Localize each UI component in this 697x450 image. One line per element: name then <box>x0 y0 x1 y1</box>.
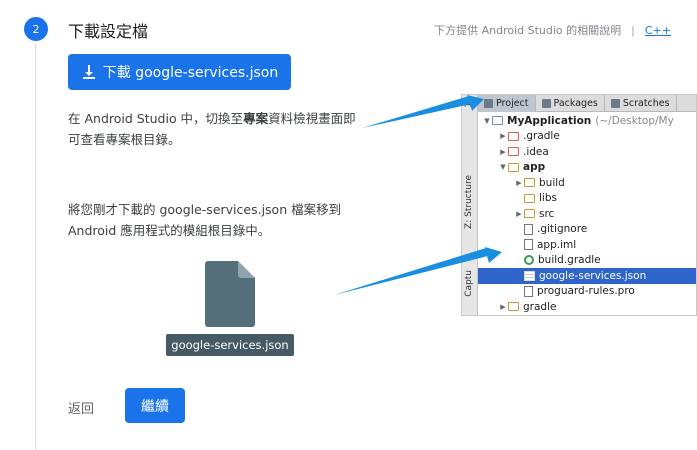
tree-row: build.gradle <box>478 253 696 269</box>
scratches-icon <box>610 99 620 108</box>
side-label-captures: Captu <box>464 270 474 297</box>
side-label-project: 1: <box>464 99 474 108</box>
project-tabs: Project Packages Scratches <box>478 95 696 112</box>
step-number-badge: 2 <box>24 17 48 41</box>
folder-blue-icon <box>492 116 503 126</box>
tree-row-label: app.iml <box>537 238 577 251</box>
tree-row-label: .gitignore <box>537 223 588 236</box>
doc-icon <box>524 239 533 251</box>
folder-icon <box>508 302 519 312</box>
doc-icon <box>524 285 533 297</box>
download-button-label: 下載 google-services.json <box>102 65 279 81</box>
continue-button[interactable]: 繼續 <box>125 388 185 423</box>
tab-packages: Packages <box>536 95 605 112</box>
tree-row-label: app <box>523 161 546 174</box>
folder-icon <box>524 209 535 219</box>
tree-row-path: (~/Desktop/My <box>595 114 674 127</box>
tree-row: proguard-rules.pro <box>478 284 696 300</box>
side-label-structure: Z: Structure <box>464 175 474 229</box>
json-icon <box>524 270 535 281</box>
folder-icon <box>524 193 535 203</box>
project-tree: ▼ MyApplication (~/Desktop/My ▶ .gradle ▶ .ide… <box>478 113 696 315</box>
tree-row: libs <box>478 191 696 207</box>
chevron-right-icon: ▶ <box>500 132 506 141</box>
tree-row: ▶ .idea <box>478 144 696 160</box>
tool-window-strip: 1: Z: Structure Captu <box>462 95 478 315</box>
tree-row: app.iml <box>478 237 696 253</box>
tree-row: ▶ gradle <box>478 299 696 315</box>
tab-scratches: Scratches <box>605 95 677 112</box>
tree-row-label: src <box>539 207 555 220</box>
chevron-right-icon: ▶ <box>516 209 522 218</box>
tree-row: ▶ build <box>478 175 696 191</box>
tree-row-label: gradle <box>523 300 557 313</box>
file-name-label: google-services.json <box>166 334 294 356</box>
tree-row-label: MyApplication <box>507 114 592 127</box>
help-separator: | <box>631 23 635 37</box>
project-icon <box>484 99 493 108</box>
chevron-right-icon: ▶ <box>500 147 506 156</box>
tree-row-label: build.gradle <box>538 254 601 267</box>
project-bold-term: 專案 <box>243 111 269 126</box>
tree-row-label: build <box>539 176 565 189</box>
tree-row: ▼ MyApplication (~/Desktop/My <box>478 113 696 129</box>
download-icon <box>82 65 95 79</box>
step-title: 下載設定檔 <box>68 22 149 41</box>
android-studio-screenshot: 1: Z: Structure Captu Project Packages S… <box>461 94 697 316</box>
instruction-move-file: 將您剛才下載的 google-services.json 檔案移到 Androi… <box>68 202 342 238</box>
chevron-down-icon: ▼ <box>500 163 506 172</box>
cpp-help-link[interactable]: C++ <box>645 24 671 37</box>
folder-red-icon <box>508 147 519 157</box>
help-text: 下方提供 Android Studio 的相關說明 <box>434 24 622 37</box>
tree-row-label: libs <box>539 192 557 205</box>
tree-row: .gitignore <box>478 222 696 238</box>
file-icon <box>205 261 255 327</box>
packages-icon <box>541 99 551 108</box>
step-connector-line <box>35 44 36 450</box>
folder-icon <box>524 178 535 188</box>
tree-row: ▶ .gradle <box>478 129 696 145</box>
arrow-to-project-tab-shaft <box>362 96 471 128</box>
tree-row: ▶ src <box>478 206 696 222</box>
doc-icon <box>524 223 533 235</box>
tree-row: ▼ app <box>478 160 696 176</box>
help-links: 下方提供 Android Studio 的相關說明 | C++ <box>434 22 671 38</box>
tree-row: google-services.json <box>478 268 696 284</box>
tree-row-label: proguard-rules.pro <box>537 285 635 298</box>
tree-row-label: .idea <box>523 145 549 158</box>
tree-row-label: .gradle <box>523 130 560 143</box>
tab-project: Project <box>478 95 536 112</box>
chevron-right-icon: ▶ <box>516 178 522 187</box>
folder-red-icon <box>508 131 519 141</box>
tree-row-label: google-services.json <box>539 269 647 282</box>
folder-icon <box>508 162 519 172</box>
download-config-button[interactable]: 下載 google-services.json <box>68 54 291 90</box>
chevron-down-icon: ▼ <box>484 116 490 125</box>
back-button[interactable]: 返回 <box>68 398 94 417</box>
chevron-right-icon: ▶ <box>500 302 506 311</box>
gradle-icon <box>524 255 534 266</box>
instruction-project-view: 在 Android Studio 中，切換至專案資料檢視畫面即可查看專案根目錄。 <box>68 111 356 147</box>
